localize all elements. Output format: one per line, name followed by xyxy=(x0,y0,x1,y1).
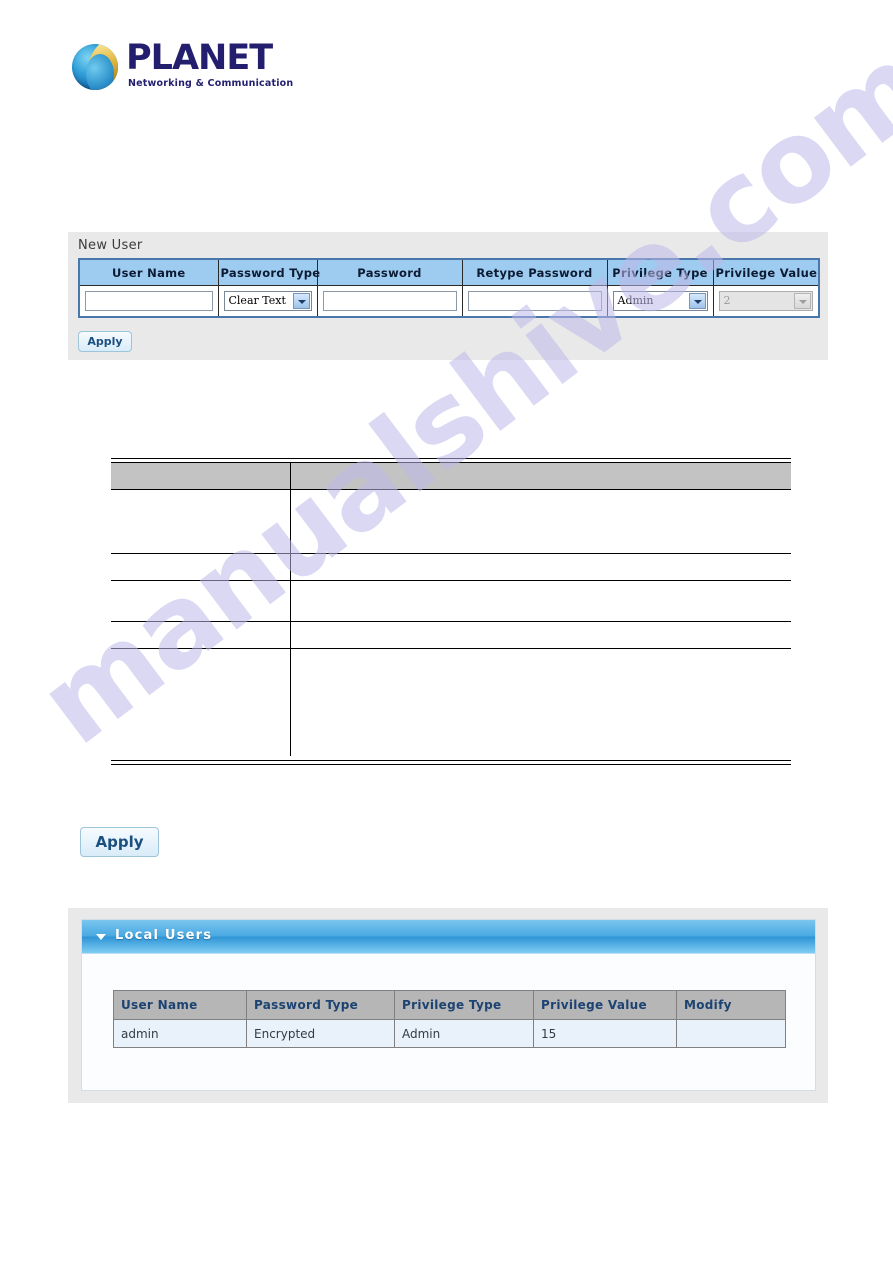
cell-modify[interactable] xyxy=(676,1019,786,1048)
column-header-password-type: Password Type xyxy=(246,990,395,1020)
cell-privilege-type: Admin xyxy=(394,1019,534,1048)
chevron-down-icon xyxy=(794,293,811,309)
local-users-panel-body: Local Users User Name Password Type Priv… xyxy=(81,919,816,1091)
cell-user-name: admin xyxy=(113,1019,247,1048)
brand-tagline: Networking & Communication xyxy=(128,78,294,89)
description-text xyxy=(290,489,791,554)
cell-password-type: Encrypted xyxy=(246,1019,395,1048)
description-term xyxy=(111,621,291,649)
local-users-titlebar[interactable]: Local Users xyxy=(82,920,815,954)
password-type-select[interactable]: Clear Text xyxy=(223,291,312,311)
new-user-panel: New User User Name Password Type Passwor… xyxy=(68,232,828,360)
description-table-row xyxy=(111,553,791,581)
password-type-select-value: Clear Text xyxy=(228,294,286,307)
description-term xyxy=(111,648,291,756)
description-column-header-object xyxy=(111,462,291,490)
new-user-apply-button[interactable]: Apply xyxy=(78,331,132,352)
local-users-header-row: User Name Password Type Privilege Type P… xyxy=(113,990,786,1020)
cell-password xyxy=(316,285,463,318)
privilege-type-select[interactable]: Admin xyxy=(612,291,708,311)
new-user-table: User Name Password Type Password Retype … xyxy=(78,258,820,318)
privilege-type-select-value: Admin xyxy=(617,294,654,307)
privilege-value-select-value: 2 xyxy=(723,294,731,307)
cell-privilege-value: 15 xyxy=(533,1019,677,1048)
planet-logo: PLANET Networking & Communication xyxy=(72,40,312,95)
description-table-top-rule xyxy=(111,458,791,463)
description-table-row xyxy=(111,648,791,756)
column-header-privilege-value: Privilege Value xyxy=(533,990,677,1020)
description-text xyxy=(290,621,791,649)
local-users-table: User Name Password Type Privilege Type P… xyxy=(113,990,786,1048)
description-table xyxy=(111,462,791,756)
privilege-value-select: 2 xyxy=(718,291,813,311)
column-header-privilege-type: Privilege Type xyxy=(606,258,714,286)
cell-password-type: Clear Text xyxy=(217,285,318,318)
cell-retype-password xyxy=(461,285,608,318)
user-name-input[interactable] xyxy=(85,291,213,311)
planet-globe-icon xyxy=(72,44,118,90)
column-header-privilege-value: Privilege Value xyxy=(712,258,820,286)
new-user-table-header-row: User Name Password Type Password Retype … xyxy=(78,258,820,286)
new-user-input-row: Clear Text Admin 2 xyxy=(78,285,820,318)
column-header-password: Password xyxy=(316,258,463,286)
description-table-bottom-rule xyxy=(111,760,791,765)
brand-wordmark: PLANET xyxy=(126,38,273,78)
description-term xyxy=(111,580,291,622)
chevron-down-icon[interactable] xyxy=(292,293,310,309)
description-table-header-row xyxy=(111,462,791,490)
password-input[interactable] xyxy=(322,291,457,311)
local-users-panel: Local Users User Name Password Type Priv… xyxy=(68,908,828,1103)
description-term xyxy=(111,489,291,554)
description-term xyxy=(111,553,291,581)
column-header-modify: Modify xyxy=(676,990,786,1020)
description-text xyxy=(290,649,791,756)
description-column-header-description xyxy=(290,462,791,490)
cell-privilege-value: 2 xyxy=(712,285,820,318)
description-table-row xyxy=(111,621,791,649)
chevron-down-icon[interactable] xyxy=(688,293,706,309)
local-users-title: Local Users xyxy=(115,928,213,943)
cell-privilege-type: Admin xyxy=(606,285,714,318)
chevron-down-icon[interactable] xyxy=(96,934,106,940)
column-header-user-name: User Name xyxy=(78,258,219,286)
column-header-password-type: Password Type xyxy=(217,258,320,286)
description-table-row xyxy=(111,580,791,622)
cell-user-name xyxy=(78,285,219,318)
table-row: admin Encrypted Admin 15 xyxy=(113,1019,786,1048)
column-header-privilege-type: Privilege Type xyxy=(394,990,534,1020)
apply-button[interactable]: Apply xyxy=(80,827,159,857)
column-header-retype-password: Retype Password xyxy=(461,258,608,286)
description-text xyxy=(290,553,791,581)
description-text xyxy=(290,580,791,622)
new-user-panel-title: New User xyxy=(78,238,143,253)
retype-password-input[interactable] xyxy=(467,291,602,311)
column-header-user-name: User Name xyxy=(113,990,247,1020)
description-table-row xyxy=(111,489,791,554)
